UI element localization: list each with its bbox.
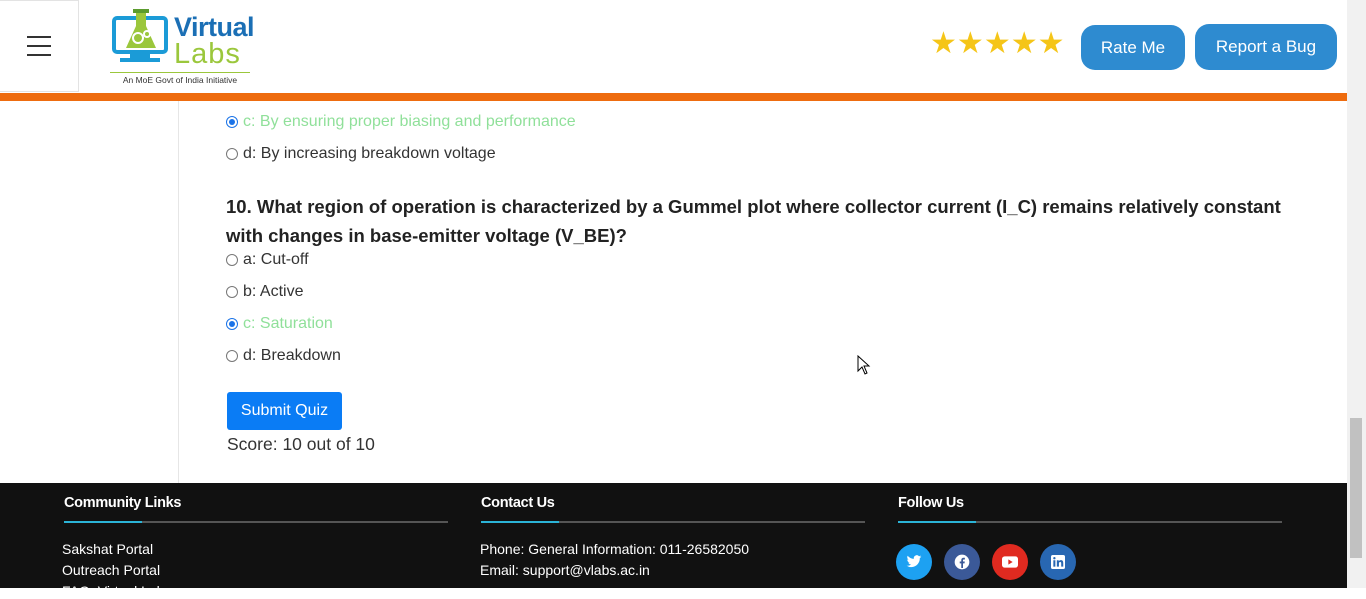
footer-link-sakshat[interactable]: Sakshat Portal [62, 541, 153, 557]
site-footer: Community Links Sakshat Portal Outreach … [0, 483, 1347, 599]
question-text: 10. What region of operation is characte… [226, 196, 1281, 246]
radio-button[interactable] [226, 254, 238, 266]
submit-quiz-button[interactable]: Submit Quiz [227, 392, 342, 430]
rate-me-button[interactable]: Rate Me [1081, 25, 1185, 70]
score-text: Score: 10 out of 10 [227, 434, 375, 454]
option-label: a: Cut-off [243, 251, 309, 268]
radio-button[interactable] [226, 148, 238, 160]
twitter-icon[interactable] [896, 544, 932, 580]
hamburger-menu-button[interactable] [0, 0, 79, 92]
contact-phone: Phone: General Information: 011-26582050 [480, 541, 750, 557]
facebook-icon[interactable] [944, 544, 980, 580]
divider-accent [481, 521, 559, 523]
quiz-option[interactable]: c: Saturation [226, 314, 333, 334]
youtube-icon[interactable] [992, 544, 1028, 580]
radio-button[interactable] [226, 350, 238, 362]
radio-button[interactable] [226, 116, 238, 128]
logo-word-labs: Labs [174, 38, 241, 70]
star-icon: ★ [930, 27, 957, 60]
header-accent-bar [0, 93, 1347, 101]
star-icon: ★ [983, 27, 1011, 60]
community-links-heading: Community Links [64, 495, 182, 511]
side-column [0, 101, 179, 483]
option-label: d: Breakdown [243, 347, 341, 364]
star-icon: ★ [1037, 27, 1065, 60]
report-bug-button[interactable]: Report a Bug [1195, 24, 1337, 70]
contact-heading: Contact Us [481, 495, 555, 511]
option-label: b: Active [243, 283, 304, 300]
footer-link-faq[interactable]: FAQ: Virtual Labs [62, 583, 171, 599]
scrollbar-thumb[interactable] [1350, 418, 1362, 558]
radio-button[interactable] [226, 286, 238, 298]
star-icon: ★ [1010, 27, 1038, 60]
divider-accent [64, 521, 142, 523]
menu-line [27, 45, 51, 47]
quiz-option[interactable]: a: Cut-off [226, 250, 309, 270]
menu-line [27, 36, 51, 38]
follow-heading: Follow Us [898, 495, 964, 511]
virtual-labs-logo[interactable]: Virtual Labs An MoE Govt of India Initia… [110, 8, 260, 86]
option-label: c: By ensuring proper biasing and perfor… [243, 113, 576, 130]
option-label: c: Saturation [243, 315, 333, 332]
rating-stars[interactable]: ★ ★ ★ ★ ★ [930, 29, 1065, 59]
option-label: d: By increasing breakdown voltage [243, 145, 496, 162]
star-icon: ★ [956, 27, 984, 60]
divider-accent [898, 521, 976, 523]
logo-tagline: An MoE Govt of India Initiative [110, 72, 250, 85]
quiz-option[interactable]: d: Breakdown [226, 346, 341, 366]
menu-line [27, 54, 51, 56]
flask-monitor-icon [112, 9, 168, 62]
contact-email[interactable]: Email: support@vlabs.ac.in [480, 562, 650, 578]
radio-button[interactable] [226, 318, 238, 330]
footer-link-outreach[interactable]: Outreach Portal [62, 562, 160, 578]
linkedin-icon[interactable] [1040, 544, 1076, 580]
quiz-option[interactable]: c: By ensuring proper biasing and perfor… [226, 112, 576, 132]
quiz-option[interactable]: b: Active [226, 282, 303, 302]
mouse-cursor-icon [857, 355, 871, 375]
quiz-option[interactable]: d: By increasing breakdown voltage [226, 144, 496, 164]
site-header: Virtual Labs An MoE Govt of India Initia… [0, 0, 1347, 93]
